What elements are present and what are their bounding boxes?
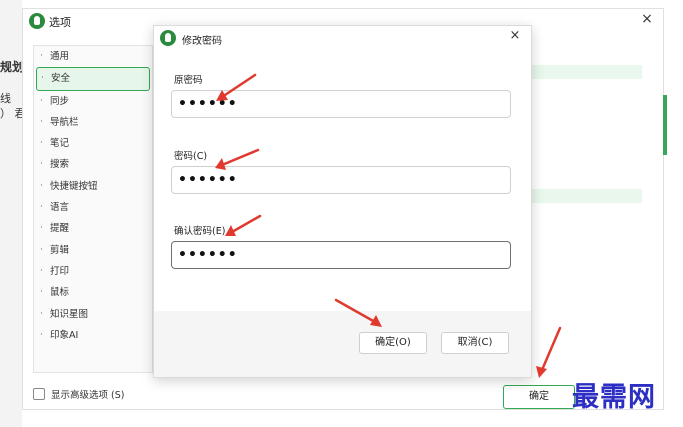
sidebar-item-label: 提醒: [50, 223, 70, 235]
bullet-icon: ·: [40, 329, 43, 340]
bullet-icon: ·: [40, 202, 43, 213]
bullet-icon: ·: [40, 223, 43, 234]
sidebar-item-print[interactable]: · 打印: [34, 261, 152, 282]
sidebar-item-search[interactable]: · 搜索: [34, 154, 152, 175]
sidebar-item-label: 打印: [50, 265, 70, 277]
sidebar-item-navigation[interactable]: · 导航栏: [34, 112, 152, 133]
options-ok-button[interactable]: 确定: [503, 385, 575, 409]
dialog-title: 修改密码: [182, 36, 222, 47]
bullet-icon: ·: [40, 180, 43, 191]
sidebar-item-notes[interactable]: · 笔记: [34, 133, 152, 154]
show-advanced-option: 显示高级选项 (S): [33, 387, 124, 401]
sidebar-item-sync[interactable]: · 同步: [34, 91, 152, 112]
sidebar-item-label: 快捷键按钮: [50, 180, 98, 192]
sidebar-item-label: 通用: [50, 51, 70, 62]
dialog-ok-button[interactable]: 确定(O): [359, 332, 427, 354]
sidebar-item-language[interactable]: · 语言: [34, 197, 152, 218]
dialog-cancel-button[interactable]: 取消(C): [441, 332, 509, 354]
sidebar-item-yinxiang-ai[interactable]: · 印象AI: [34, 325, 152, 346]
bullet-icon: ·: [40, 244, 43, 255]
evernote-logo-icon: [160, 30, 176, 46]
change-password-dialog: 修改密码 × 原密码 •••••• 密码(C) •••••• 确认密码(E) •…: [153, 25, 532, 378]
confirm-password-input[interactable]: ••••••: [171, 241, 511, 269]
sidebar-item-security[interactable]: · 安全: [36, 67, 150, 91]
sidebar-item-label: 导航栏: [50, 116, 79, 128]
bullet-icon: ·: [40, 51, 43, 61]
bullet-icon: ·: [40, 138, 43, 149]
sidebar-item-shortcuts[interactable]: · 快捷键按钮: [34, 176, 152, 197]
new-password-input[interactable]: ••••••: [171, 166, 511, 194]
sidebar-item-mouse[interactable]: · 鼠标: [34, 282, 152, 303]
options-sidebar: · 通用 · 安全 · 同步 · 导航栏 · 笔记 · 搜索 · 快捷键按钮 · 语言 · 提醒 …: [33, 45, 153, 373]
confirm-password-label: 确认密码(E): [174, 226, 226, 237]
sidebar-item-label: 笔记: [50, 138, 70, 150]
settings-section-header: [528, 189, 642, 203]
bullet-icon: ·: [41, 73, 44, 84]
old-password-label: 原密码: [174, 75, 203, 86]
sidebar-item-knowledge-graph[interactable]: · 知识星图: [34, 304, 152, 325]
close-icon[interactable]: ×: [639, 11, 655, 29]
dialog-footer: 确定(O) 取消(C): [154, 311, 531, 377]
watermark-text: 最需网: [572, 382, 656, 413]
background-text: 线: [0, 92, 11, 105]
show-advanced-checkbox[interactable]: [33, 388, 45, 400]
bullet-icon: ·: [40, 116, 43, 127]
sidebar-item-label: 印象AI: [50, 329, 79, 341]
old-password-input[interactable]: ••••••: [171, 90, 511, 118]
show-advanced-label: 显示高级选项 (S): [51, 390, 125, 401]
bullet-icon: ·: [40, 95, 43, 106]
new-password-label: 密码(C): [174, 151, 208, 162]
sidebar-item-label: 同步: [50, 95, 70, 107]
sidebar-item-general[interactable]: · 通用: [34, 46, 152, 67]
sidebar-item-clipper[interactable]: · 剪辑: [34, 240, 152, 261]
evernote-logo-icon: [29, 13, 45, 29]
sidebar-item-label: 安全: [51, 73, 71, 85]
background-text: 规划: [0, 60, 25, 74]
sidebar-item-label: 剪辑: [50, 244, 70, 256]
close-icon[interactable]: ×: [507, 28, 523, 46]
sidebar-item-label: 语言: [50, 202, 70, 214]
bullet-icon: ·: [40, 287, 43, 298]
settings-section-header: [528, 65, 642, 79]
bullet-icon: ·: [40, 265, 43, 276]
sidebar-item-label: 搜索: [50, 159, 70, 171]
sidebar-item-label: 鼠标: [50, 287, 70, 299]
bullet-icon: ·: [40, 308, 43, 319]
bullet-icon: ·: [40, 159, 43, 170]
sidebar-item-reminders[interactable]: · 提醒: [34, 218, 152, 239]
options-window-title: 选项: [49, 16, 71, 29]
sidebar-item-label: 知识星图: [50, 308, 89, 320]
background-accent: [663, 95, 667, 155]
